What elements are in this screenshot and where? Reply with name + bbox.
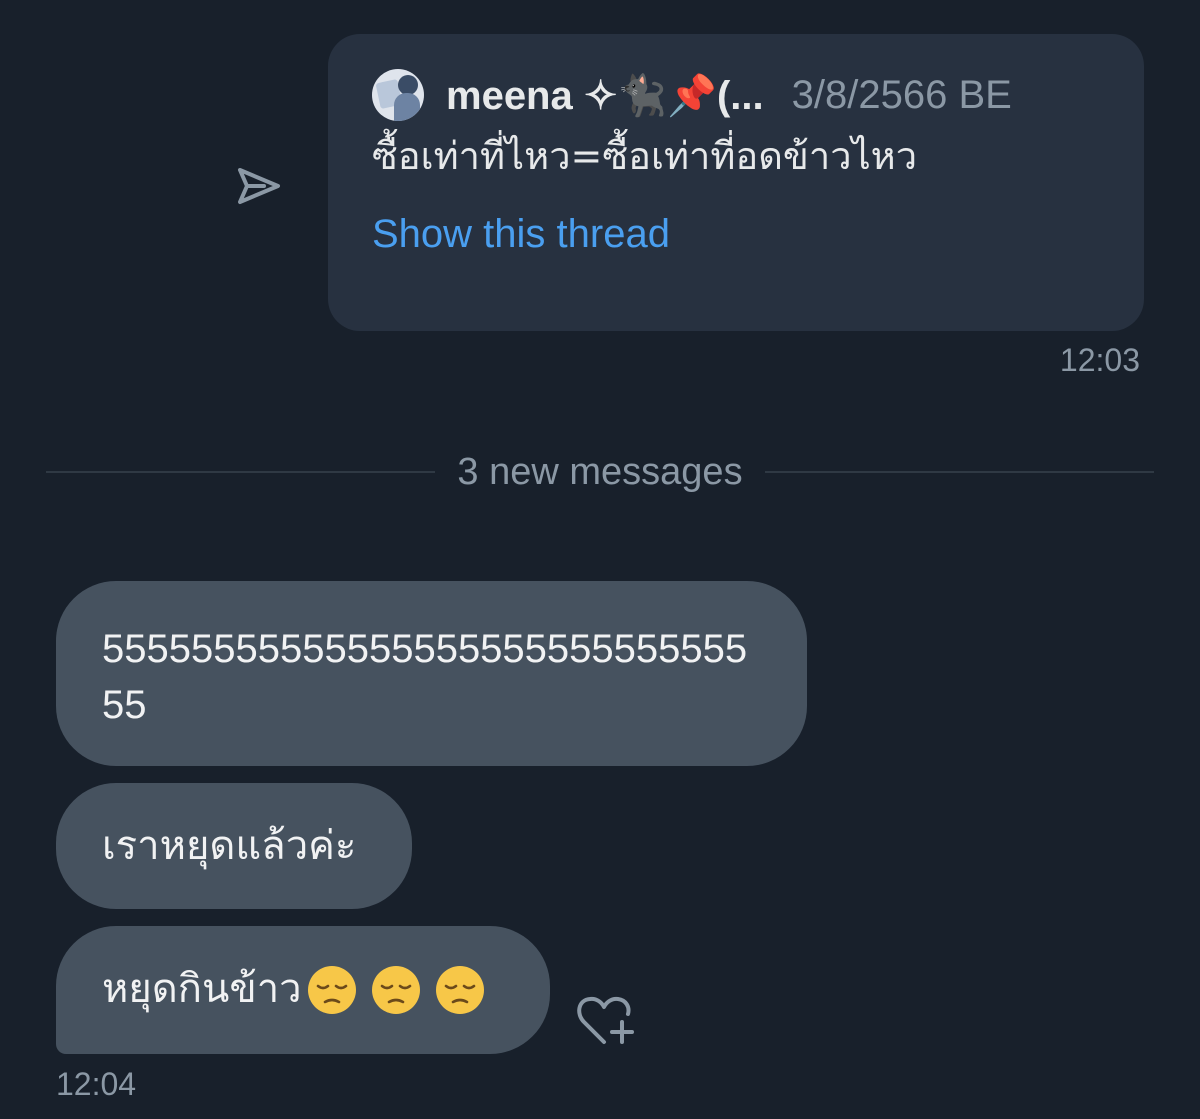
- divider-line-left: [46, 471, 436, 473]
- message-text: 5555555555555555555555555555555: [102, 627, 748, 727]
- message-bubble[interactable]: หยุดกินข้าว: [56, 926, 550, 1054]
- tweet-text: ซื้อเท่าที่ไหว=ซื้อเท่าที่อดข้าวไหว: [372, 134, 918, 178]
- message-bubble[interactable]: เราหยุดแล้วค่ะ: [56, 783, 412, 909]
- show-thread-link[interactable]: Show this thread: [372, 212, 670, 257]
- message-text: เราหยุดแล้วค่ะ: [102, 823, 357, 869]
- message-bubble[interactable]: 5555555555555555555555555555555: [56, 581, 807, 766]
- avatar: [372, 69, 424, 121]
- tweet-header: meena ✧🐈‍⬛📌(... 3/8/2566 BE: [372, 68, 1100, 122]
- emoji-row: [306, 964, 498, 1016]
- divider-line-right: [764, 471, 1154, 473]
- shared-tweet-card[interactable]: meena ✧🐈‍⬛📌(... 3/8/2566 BE ซื้อเท่าที่ไ…: [328, 34, 1144, 331]
- pensive-face-icon: [435, 966, 484, 1014]
- pensive-face-icon: [307, 966, 356, 1014]
- new-messages-label: 3 new messages: [457, 450, 743, 493]
- share-arrow-icon[interactable]: [232, 160, 284, 212]
- tweet-date: 3/8/2566 BE: [791, 72, 1012, 117]
- received-timestamp: 12:04: [56, 1066, 137, 1102]
- pensive-face-icon: [371, 966, 420, 1014]
- new-messages-divider: 3 new messages: [46, 446, 1154, 498]
- message-text: หยุดกินข้าว: [102, 966, 302, 1012]
- sent-timestamp: 12:03: [1059, 342, 1140, 378]
- add-reaction-heart-icon[interactable]: [574, 992, 638, 1048]
- tweet-author-name: meena ✧🐈‍⬛📌(...: [446, 73, 764, 118]
